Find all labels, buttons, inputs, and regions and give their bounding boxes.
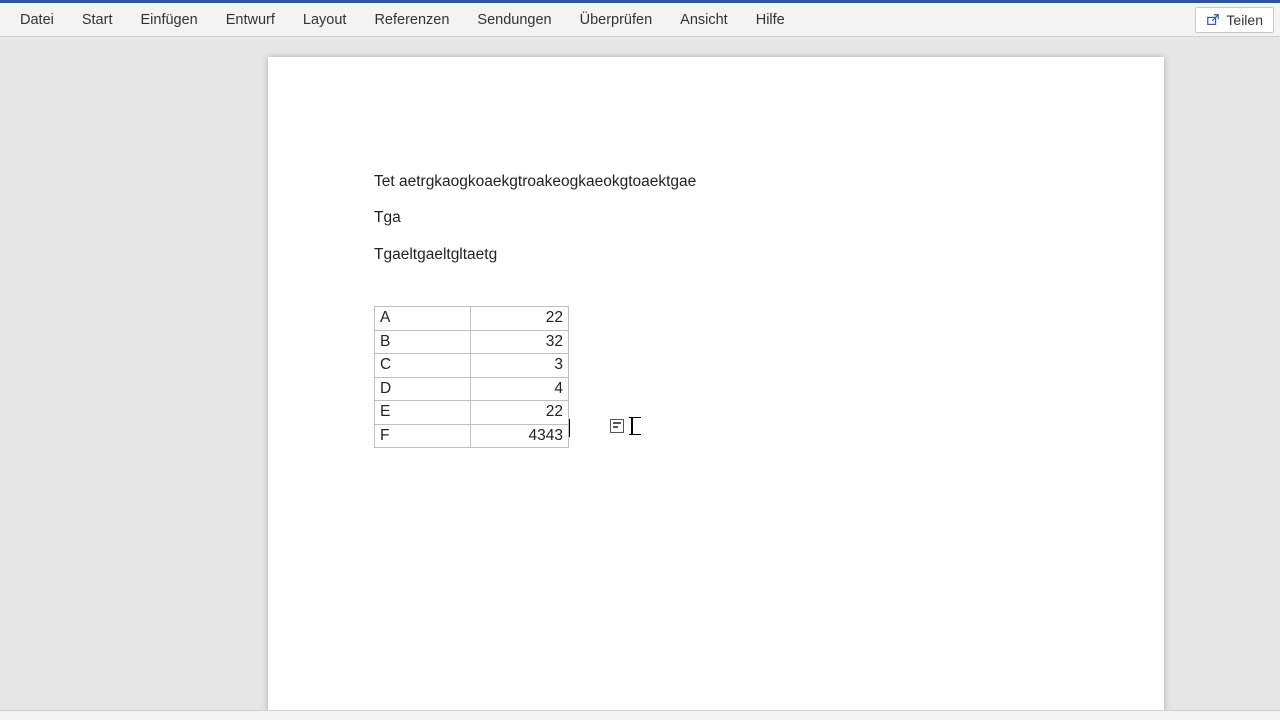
table-cell-value[interactable]: 22 [471, 401, 569, 424]
paragraph[interactable]: Tga [374, 207, 1058, 229]
table-cell-value[interactable]: 4343 [471, 424, 569, 447]
menu-layout[interactable]: Layout [289, 3, 361, 36]
paragraph[interactable]: Tet aetrgkaogkoaekgtroakeogkaeokgtoaektg… [374, 171, 1058, 193]
menu-referenzen[interactable]: Referenzen [360, 3, 463, 36]
status-bar [0, 710, 1280, 720]
table-cell-value[interactable]: 4 [471, 377, 569, 400]
table-row[interactable]: A 22 [375, 307, 569, 330]
table-row[interactable]: B 32 [375, 330, 569, 353]
share-label: Teilen [1226, 12, 1263, 28]
paragraph[interactable]: Tgaeltgaeltgltaetg [374, 244, 1058, 266]
menu-ansicht[interactable]: Ansicht [666, 3, 742, 36]
table-cell-label[interactable]: B [375, 330, 471, 353]
table-row[interactable]: C 3 [375, 354, 569, 377]
menu-start[interactable]: Start [68, 3, 127, 36]
paste-options-icon[interactable] [610, 419, 624, 433]
table-cell-label[interactable]: A [375, 307, 471, 330]
table-row[interactable]: D 4 [375, 377, 569, 400]
table-cell-value[interactable]: 3 [471, 354, 569, 377]
document-table[interactable]: A 22 B 32 C 3 D 4 E 22 [374, 306, 569, 448]
menu-datei[interactable]: Datei [6, 3, 68, 36]
menu-entwurf[interactable]: Entwurf [212, 3, 289, 36]
table-row[interactable]: F 4343 [375, 424, 569, 447]
table-cell-label[interactable]: F [375, 424, 471, 447]
page-content[interactable]: Tet aetrgkaogkoaekgtroakeogkaeokgtoaektg… [268, 57, 1164, 448]
share-button[interactable]: Teilen [1195, 7, 1274, 33]
menu-einfuegen[interactable]: Einfügen [126, 3, 211, 36]
text-caret [569, 419, 570, 437]
table-cell-label[interactable]: D [375, 377, 471, 400]
menu-sendungen[interactable]: Sendungen [463, 3, 565, 36]
share-icon [1206, 13, 1220, 27]
table-cell-label[interactable]: C [375, 354, 471, 377]
paste-options-floater[interactable] [610, 417, 636, 435]
menu-hilfe[interactable]: Hilfe [742, 3, 799, 36]
table-cell-value[interactable]: 22 [471, 307, 569, 330]
table-cell-label[interactable]: E [375, 401, 471, 424]
table-row[interactable]: E 22 [375, 401, 569, 424]
menu-ueberpruefen[interactable]: Überprüfen [566, 3, 667, 36]
i-beam-cursor-icon [628, 417, 636, 435]
table-cell-value[interactable]: 32 [471, 330, 569, 353]
page[interactable]: Tet aetrgkaogkoaekgtroakeogkaeokgtoaektg… [268, 57, 1164, 710]
document-canvas[interactable]: Tet aetrgkaogkoaekgtroakeogkaeokgtoaektg… [0, 37, 1280, 710]
menu-bar: Datei Start Einfügen Entwurf Layout Refe… [0, 3, 1280, 37]
